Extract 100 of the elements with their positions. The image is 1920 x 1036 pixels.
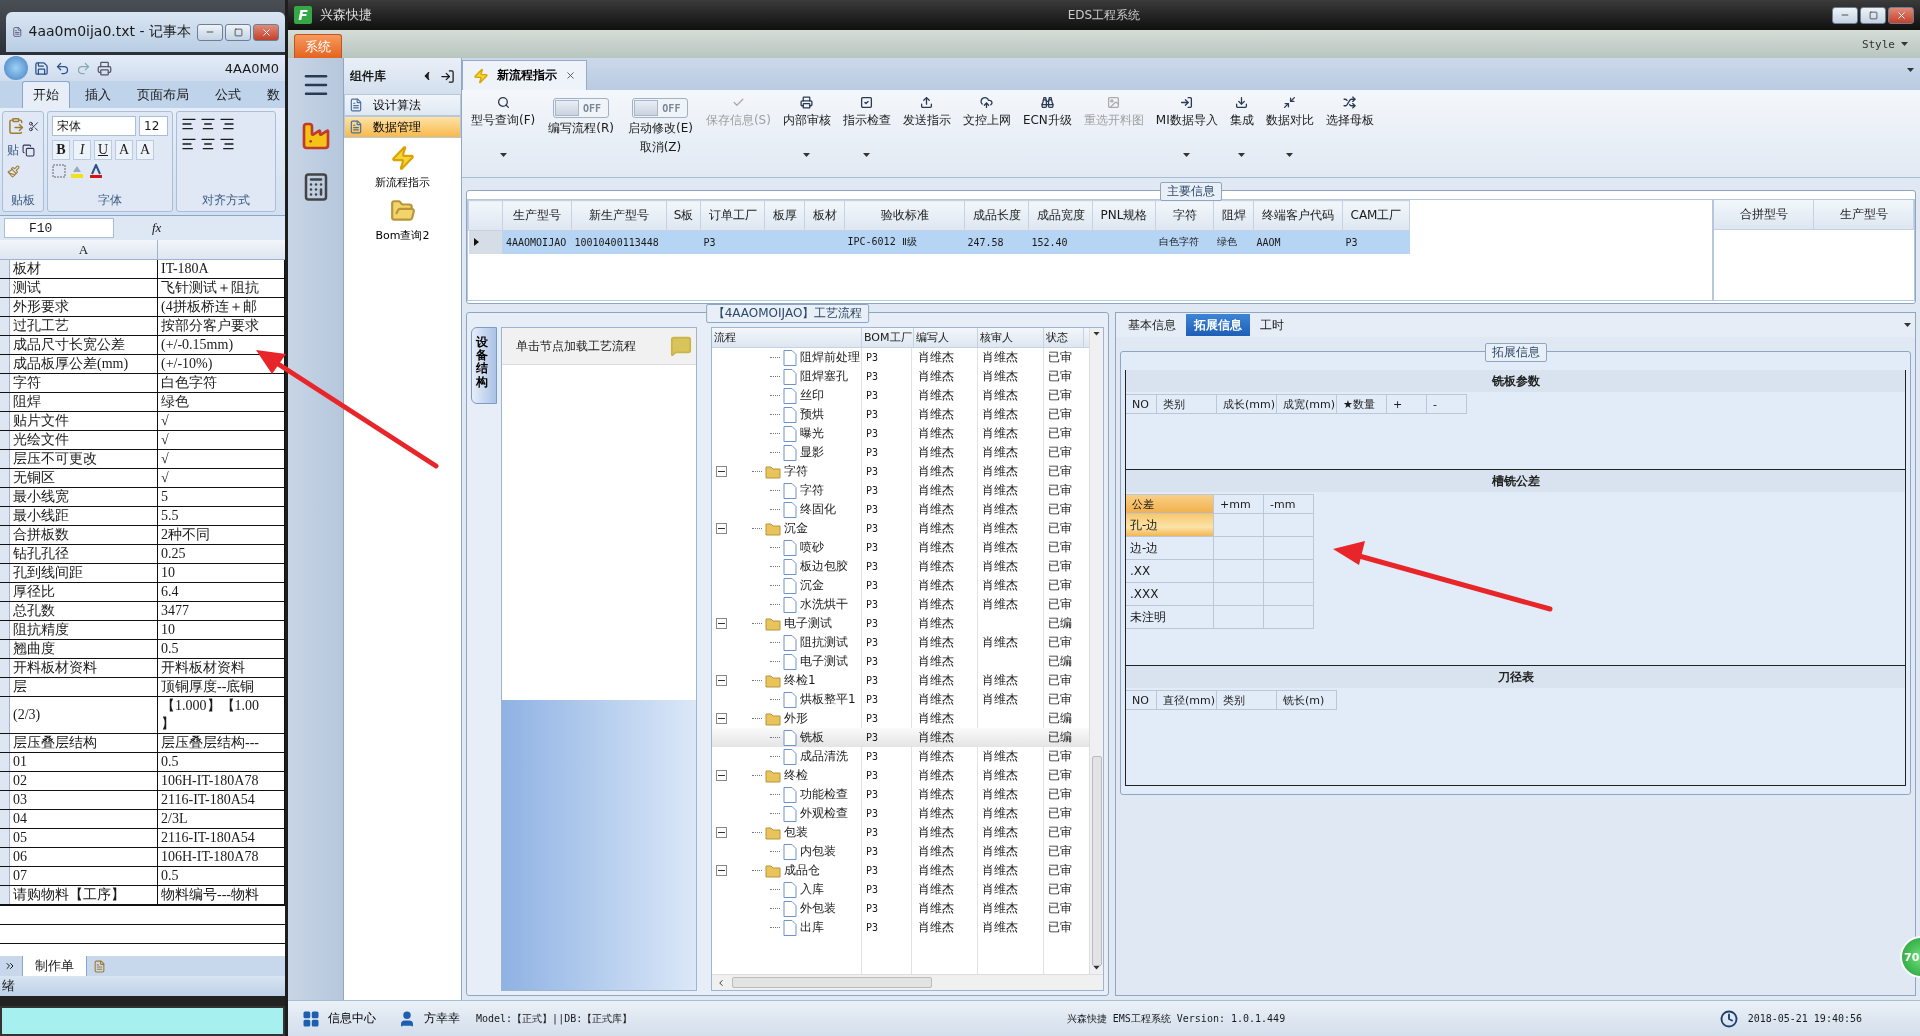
toolbar-button[interactable]: ECN升级 [1017, 94, 1077, 131]
format-painter-icon[interactable] [7, 165, 20, 178]
font-name-field[interactable]: 宋体 [52, 116, 136, 136]
tree-row[interactable]: 沉金 P3 肖维杰 肖维杰 已审 [712, 519, 1089, 538]
expand-toggle[interactable] [716, 827, 727, 838]
copy-icon[interactable] [22, 144, 35, 157]
tree-row[interactable]: 阻焊塞孔 P3 肖维杰 肖维杰 已审 [712, 367, 1089, 386]
toolbar-button[interactable]: 集成 [1224, 94, 1259, 162]
expand-toggle[interactable] [716, 675, 727, 686]
bold-button[interactable]: B [52, 140, 70, 160]
sheet-tab[interactable]: 制作单 [22, 955, 87, 977]
ribbon-tab[interactable]: 插入 [74, 81, 122, 108]
row-label[interactable]: 未注明 [1126, 606, 1214, 629]
tab[interactable]: 工时 [1252, 314, 1292, 336]
tree-row[interactable]: 成品清洗 P3 肖维杰 肖维杰 已审 [712, 747, 1089, 766]
tree-row[interactable]: 水洗烘干 P3 肖维杰 肖维杰 已审 [712, 595, 1089, 614]
toolbar-button[interactable]: 选择母板 [1320, 94, 1379, 131]
underline-button[interactable]: U [94, 140, 112, 160]
fill-color-icon[interactable] [69, 164, 85, 178]
row-label[interactable]: 边-边 [1126, 537, 1214, 560]
expand-toggle[interactable] [716, 466, 727, 477]
tab[interactable]: 基本信息 [1120, 314, 1184, 336]
category-item[interactable]: 设计算法 [344, 94, 461, 116]
scroll-left-icon[interactable] [716, 977, 726, 988]
tree-row[interactable]: 出库 P3 肖维杰 肖维杰 已审 [712, 918, 1089, 937]
close-button[interactable] [253, 23, 279, 41]
close-button[interactable] [1888, 6, 1914, 24]
toolbar-button[interactable]: 数据对比 [1260, 94, 1319, 162]
status-item[interactable]: 信息中心 [296, 1009, 382, 1028]
scroll-thumb[interactable] [1091, 755, 1102, 967]
minimize-button[interactable] [1832, 6, 1858, 24]
align-left-icon[interactable] [181, 136, 197, 152]
toolbar-button[interactable]: 指示检查 [837, 94, 896, 162]
undo-icon[interactable] [55, 60, 70, 76]
row-label[interactable]: .XXX [1126, 583, 1214, 606]
style-menu[interactable]: Style [1855, 36, 1914, 52]
tree-row[interactable]: 字符 P3 肖维杰 肖维杰 已审 [712, 481, 1089, 500]
tree-row[interactable]: 阻焊前处理 P3 肖维杰 肖维杰 已审 [712, 348, 1089, 367]
expand-toggle[interactable] [716, 618, 727, 629]
tree-row[interactable]: 喷砂 P3 肖维杰 肖维杰 已审 [712, 538, 1089, 557]
toolbar-button[interactable]: MI数据导入 [1150, 94, 1223, 162]
paste-icon[interactable] [7, 116, 25, 136]
font-color-icon[interactable] [88, 164, 104, 178]
tree-row[interactable]: 包装 P3 肖维杰 肖维杰 已审 [712, 823, 1089, 842]
tree-row[interactable]: 入库 P3 肖维杰 肖维杰 已审 [712, 880, 1089, 899]
tree-row[interactable]: 终检1 P3 肖维杰 肖维杰 已审 [712, 671, 1089, 690]
expand-toggle[interactable] [716, 865, 727, 876]
toolbar-button[interactable]: 型号查询(F) [466, 94, 541, 162]
grow-font-button[interactable]: A [115, 140, 133, 160]
new-sheet-icon[interactable] [93, 959, 106, 973]
maximize-button[interactable] [1860, 6, 1886, 24]
scrollbar[interactable] [712, 974, 1103, 990]
expand-toggle[interactable] [716, 713, 727, 724]
tree-row[interactable]: 终检 P3 肖维杰 肖维杰 已审 [712, 766, 1089, 785]
ribbon-tab[interactable]: 开始 [22, 81, 70, 108]
tree-row[interactable]: 外观检查 P3 肖维杰 肖维杰 已审 [712, 804, 1089, 823]
expand-toggle[interactable] [716, 770, 727, 781]
category-item[interactable]: 数据管理 [344, 116, 461, 138]
tree-row[interactable]: 功能检查 P3 肖维杰 肖维杰 已审 [712, 785, 1089, 804]
scrollbar[interactable] [1089, 328, 1103, 974]
tree-row[interactable]: 外包装 P3 肖维杰 肖维杰 已审 [712, 899, 1089, 918]
tree-row[interactable]: 电子测试 P3 肖维杰 已编 [712, 614, 1089, 633]
side-tab[interactable]: 设备结构 [471, 327, 497, 404]
ribbon-tab[interactable]: 数 [256, 81, 285, 108]
tree-row[interactable]: 电子测试 P3 肖维杰 已编 [712, 652, 1089, 671]
tree-row[interactable]: 字符 P3 肖维杰 肖维杰 已审 [712, 462, 1089, 481]
tab[interactable]: 拓展信息 [1186, 314, 1250, 336]
sheet-nav-icon[interactable] [4, 960, 16, 972]
toolbar-button[interactable]: 文控上网 [957, 94, 1016, 131]
document-tab[interactable]: 新流程指示 [462, 60, 587, 90]
tree-row[interactable]: 铣板 P3 肖维杰 已编 [712, 728, 1089, 747]
tree-row[interactable]: 内包装 P3 肖维杰 肖维杰 已审 [712, 842, 1089, 861]
toolbar-button[interactable]: 发送指示 [897, 94, 956, 131]
tree-row[interactable]: 终固化 P3 肖维杰 肖维杰 已审 [712, 500, 1089, 519]
tree-row[interactable]: 沉金 P3 肖维杰 肖维杰 已审 [712, 576, 1089, 595]
ribbon-tab[interactable]: 页面布局 [126, 81, 200, 108]
shrink-font-button[interactable]: A [136, 140, 154, 160]
expand-toggle[interactable] [716, 523, 727, 534]
cut-icon[interactable] [27, 119, 39, 133]
save-icon[interactable] [34, 60, 49, 76]
close-icon[interactable] [565, 70, 576, 81]
tree-row[interactable]: 曝光 P3 肖维杰 肖维杰 已审 [712, 424, 1089, 443]
toolbar-button[interactable]: 内部审核 [777, 94, 836, 162]
align-center-icon[interactable] [200, 136, 216, 152]
tree-row[interactable]: 显影 P3 肖维杰 肖维杰 已审 [712, 443, 1089, 462]
tool-item[interactable]: 新流程指示 [344, 144, 461, 191]
tree-row[interactable]: 阻抗测试 P3 肖维杰 肖维杰 已审 [712, 633, 1089, 652]
ribbon-tab[interactable]: 公式 [204, 81, 252, 108]
tool-item[interactable]: Bom查询2 [344, 197, 461, 244]
name-box[interactable]: F10 [4, 218, 114, 238]
tree-row[interactable]: 烘板整平1 P3 肖维杰 肖维杰 已审 [712, 690, 1089, 709]
font-size-field[interactable]: 12 [139, 116, 168, 136]
tree-row[interactable]: 板边包胶 P3 肖维杰 肖维杰 已审 [712, 557, 1089, 576]
tree-row[interactable]: 成品仓 P3 肖维杰 肖维杰 已审 [712, 861, 1089, 880]
status-item[interactable]: 方幸幸 [392, 1009, 466, 1028]
tree-row[interactable]: 丝印 P3 肖维杰 肖维杰 已审 [712, 386, 1089, 405]
align-right-icon[interactable] [219, 136, 235, 152]
tree-row[interactable]: 预烘 P3 肖维杰 肖维杰 已审 [712, 405, 1089, 424]
tree-row[interactable]: 外形 P3 肖维杰 已编 [712, 709, 1089, 728]
print-icon[interactable] [97, 60, 112, 76]
